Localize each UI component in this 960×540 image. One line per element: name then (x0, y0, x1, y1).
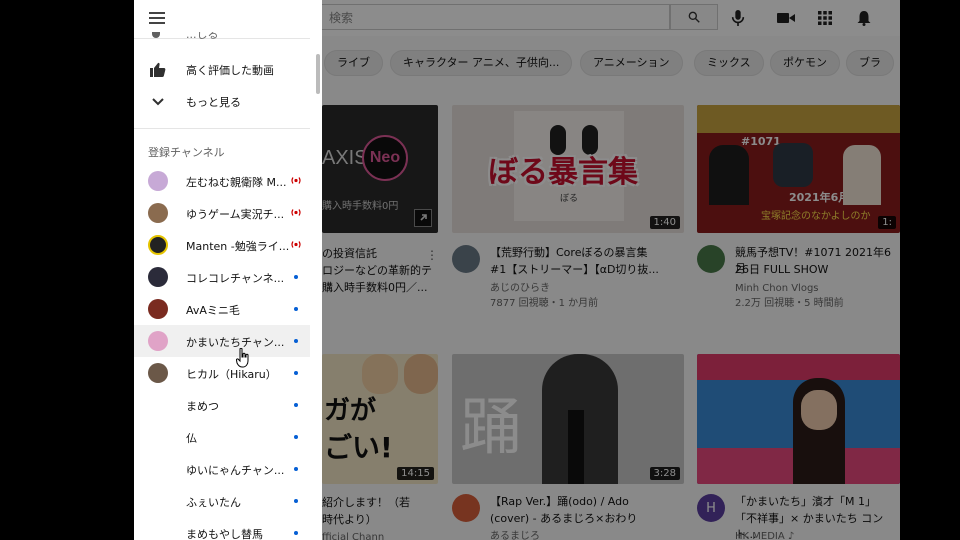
new-content-dot (294, 467, 298, 471)
channel-avatar (148, 299, 168, 319)
subscription-item[interactable]: ヒカル（Hikaru） (134, 357, 310, 389)
partial-icon (152, 32, 160, 38)
channel-avatar (148, 235, 168, 255)
divider (134, 128, 310, 129)
subscription-item[interactable]: ふぇいたん (134, 485, 310, 517)
menu-item-label: もっと見る (186, 96, 241, 109)
channel-avatar (148, 171, 168, 191)
subscription-item[interactable]: AvAミニ毛 (134, 293, 310, 325)
channel-avatar (148, 363, 168, 383)
subscription-item[interactable]: 仏 (134, 421, 310, 453)
new-content-dot (294, 371, 298, 375)
menu-item-show-more[interactable]: もっと見る (134, 86, 310, 118)
hamburger-menu-button[interactable] (148, 10, 168, 26)
subscription-item[interactable]: まめもやし替馬 (134, 517, 310, 540)
drawer-scrollbar[interactable] (316, 54, 320, 94)
guide-drawer: ...しる 高く評価した動画 もっと見る 登録チャンネル 左むねむ親衛隊 M..… (134, 0, 322, 540)
subscription-name: 仏 (186, 432, 197, 445)
subscription-item[interactable]: 左むねむ親衛隊 M... (134, 165, 310, 197)
menu-item-label: ...しる (186, 32, 219, 41)
subscription-name: Manten -勉強ライ... (186, 240, 290, 253)
live-icon (291, 209, 301, 216)
new-content-dot (294, 435, 298, 439)
subscription-item[interactable]: ゆうゲーム実況チ... (134, 197, 310, 229)
menu-item-label: 高く評価した動画 (186, 64, 274, 77)
new-content-dot (294, 339, 298, 343)
subscription-name: AvAミニ毛 (186, 304, 240, 317)
subscriptions-heading: 登録チャンネル (148, 146, 225, 159)
subscription-name: ヒカル（Hikaru） (186, 368, 277, 381)
subscription-item[interactable]: まめつ (134, 389, 310, 421)
subscription-name: ふぇいたん (186, 496, 241, 509)
channel-avatar (148, 331, 168, 351)
subscription-name: まめつ (186, 400, 219, 413)
subscription-name: ゆいにゃんチャン... (186, 464, 285, 477)
subscription-name: 左むねむ親衛隊 M... (186, 176, 287, 189)
channel-avatar (148, 203, 168, 223)
subscription-item[interactable]: かまいたちチャン... (134, 325, 310, 357)
menu-item-liked-videos[interactable]: 高く評価した動画 (134, 54, 310, 86)
chevron-down-icon (148, 92, 168, 112)
new-content-dot (294, 275, 298, 279)
subscription-name: まめもやし替馬 (186, 528, 263, 540)
new-content-dot (294, 403, 298, 407)
browser-frame: 検索 ライブ キャラクター アニメ、子供向... アニメーション ミックス ポケ… (134, 0, 900, 540)
thumb-up-icon (148, 60, 168, 80)
channel-avatar (148, 267, 168, 287)
live-icon (291, 241, 301, 248)
hand-cursor-icon (236, 348, 249, 368)
subscription-name: ゆうゲーム実況チ... (186, 208, 285, 221)
subscription-name: コレコレチャンネ... (186, 272, 285, 285)
subscription-item[interactable]: コレコレチャンネ... (134, 261, 310, 293)
subscription-item[interactable]: Manten -勉強ライ... (134, 229, 310, 261)
menu-item-partial[interactable]: ...しる (134, 32, 310, 46)
subscription-item[interactable]: ゆいにゃんチャン... (134, 453, 310, 485)
new-content-dot (294, 307, 298, 311)
hamburger-icon (149, 12, 165, 24)
new-content-dot (294, 531, 298, 535)
new-content-dot (294, 499, 298, 503)
live-icon (291, 177, 301, 184)
